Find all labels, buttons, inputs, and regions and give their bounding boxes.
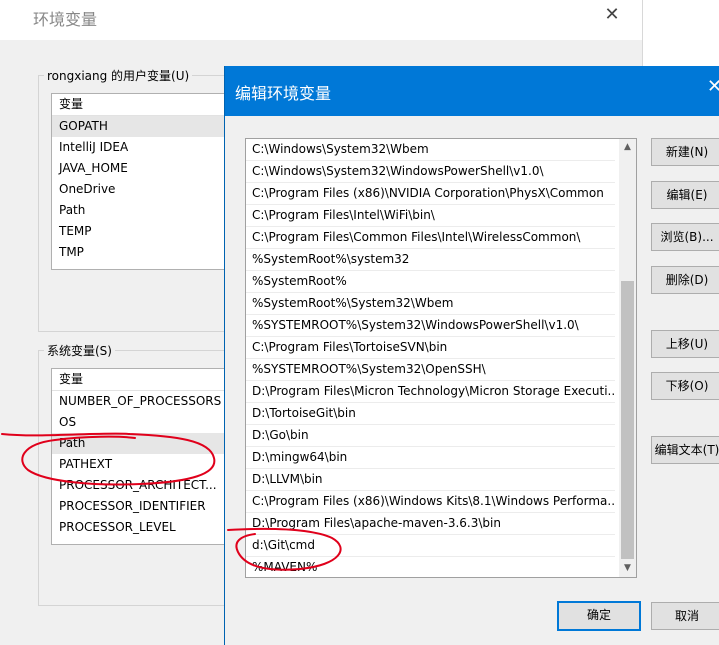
annotation-circle-maven (227, 527, 342, 571)
annotation-overlay (1, 432, 342, 571)
annotation-circle-path (1, 432, 216, 486)
